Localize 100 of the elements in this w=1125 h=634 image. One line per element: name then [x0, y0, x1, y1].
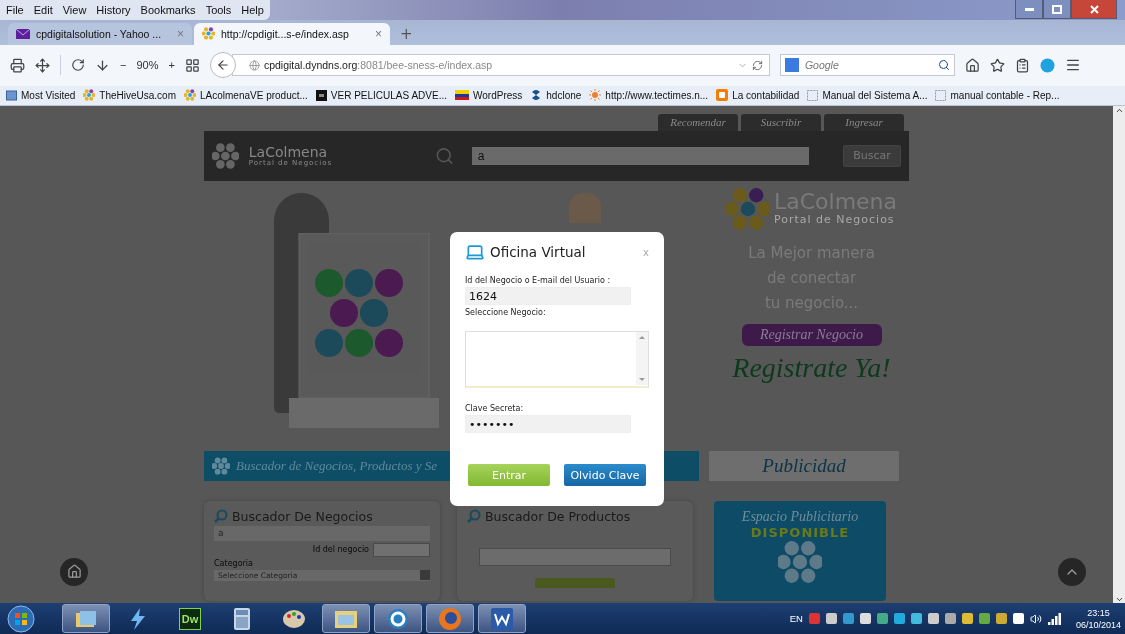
home-icon[interactable]: [964, 57, 980, 73]
bookmark-link[interactable]: hdclone: [530, 89, 582, 102]
home-button[interactable]: [60, 557, 88, 586]
taskbar-app[interactable]: [478, 604, 526, 633]
nav-tab[interactable]: Ingresar: [824, 113, 904, 131]
logo-name: LaColmena: [248, 144, 329, 159]
grid-icon[interactable]: [184, 57, 200, 73]
move-icon[interactable]: [35, 57, 50, 73]
scrollbar[interactable]: [1113, 105, 1125, 604]
hive-icon: [83, 89, 96, 102]
zoom-out-button[interactable]: −: [120, 59, 127, 72]
search-icon[interactable]: [937, 59, 950, 72]
hive-icon: [202, 27, 215, 41]
ad-subtitle: DISPONIBLE: [750, 524, 850, 540]
search-icon: [434, 145, 454, 166]
bookmark-link[interactable]: La contabilidad: [716, 89, 800, 102]
bookmark-link[interactable]: Most Visited: [6, 89, 76, 101]
tab-title: cpdigitalsolution - Yahoo ...: [36, 27, 163, 40]
back-button[interactable]: [209, 52, 236, 79]
close-button[interactable]: [1071, 0, 1117, 19]
address-field[interactable]: cpdigital.dyndns.org:8081/bee-sness-e/index.asp: [231, 54, 770, 77]
reading-list-icon[interactable]: [1014, 57, 1030, 73]
bookmark-link[interactable]: http://www.tectimes.n...: [589, 89, 709, 102]
menu-item[interactable]: File: [6, 4, 24, 16]
ring-icon: [387, 607, 409, 630]
field-label: Clave Secreta:: [465, 404, 525, 413]
home-icon: [66, 564, 82, 580]
minimize-button[interactable]: [1015, 0, 1043, 19]
search-field[interactable]: Google: [779, 54, 955, 77]
url-path: :8081/bee-sness-e/index.asp: [357, 59, 494, 72]
bookmark-label: Most Visited: [21, 89, 76, 101]
menu-item[interactable]: Tools: [205, 4, 232, 16]
minimize-icon: [1024, 7, 1034, 11]
card-title: Buscador De Productos: [485, 508, 631, 524]
search-input[interactable]: Google: [802, 58, 934, 73]
bookmark-link[interactable]: WordPress: [455, 89, 523, 101]
dialog-title: Oficina Virtual: [490, 244, 587, 260]
new-tab-button[interactable]: +: [392, 24, 421, 45]
language-indicator[interactable]: EN: [789, 613, 803, 624]
lightning-icon: [128, 607, 148, 630]
tab-close-button[interactable]: ×: [375, 26, 382, 41]
taskbar-app[interactable]: Dw: [166, 604, 214, 633]
close-icon: [1089, 4, 1099, 14]
register-business-button[interactable]: Registrar Negocio: [741, 323, 882, 346]
taskbar-app[interactable]: [322, 604, 370, 633]
signal-icon: [1047, 612, 1062, 625]
bookmark-label: LAcolmenaVE product...: [200, 89, 308, 101]
reload-icon[interactable]: [71, 58, 85, 73]
register-headline: Registrate Ya!: [732, 351, 891, 384]
forgot-password-button[interactable]: Olvido Clave: [564, 464, 646, 486]
menu-item[interactable]: History: [96, 4, 131, 16]
folder-window-icon: [334, 608, 358, 629]
hive-logo-icon: [725, 186, 770, 231]
bookmark-link[interactable]: TheHiveUsa.com: [83, 89, 176, 102]
start-button[interactable]: [4, 603, 38, 634]
browser-tab[interactable]: http://cpdigit...s-e/index.asp ×: [194, 22, 390, 45]
taskbar-app[interactable]: [62, 604, 110, 633]
search-engine-icon: [784, 58, 799, 73]
card-title: Buscador De Negocios: [232, 508, 373, 524]
bookmark-link[interactable]: LAcolmenaVE product...: [184, 89, 308, 102]
globe-icon: [248, 59, 260, 71]
nav-tab[interactable]: Suscribir: [741, 113, 821, 131]
maximize-button[interactable]: [1043, 0, 1071, 19]
menu-item[interactable]: Help: [241, 4, 264, 16]
bookmark-label: http://www.tectimes.n...: [605, 89, 709, 101]
field-label: Id del negocio: [312, 545, 369, 555]
zoom-in-button[interactable]: +: [168, 59, 175, 72]
print-icon[interactable]: [10, 57, 25, 73]
reload-icon[interactable]: [751, 59, 763, 71]
tab-title: http://cpdigit...s-e/index.asp: [221, 27, 350, 40]
folder-icon: [6, 89, 17, 101]
hive-icon: [212, 456, 230, 475]
document-w-icon: [491, 607, 513, 630]
browser-tab[interactable]: cpdigitalsolution - Yahoo ... ×: [8, 22, 192, 45]
blank-page-icon: [807, 89, 819, 101]
laptop-icon: [465, 242, 485, 262]
restore-icon: [1052, 4, 1062, 14]
menu-item[interactable]: View: [62, 4, 87, 16]
field-label: Id del Negocio o E-mail del Usuario :: [465, 276, 612, 285]
menu-item[interactable]: Bookmarks: [140, 4, 196, 16]
bookmark-label: WordPress: [473, 89, 523, 101]
product-field[interactable]: [479, 547, 671, 566]
logo-tagline: Portal de Negocios: [773, 213, 896, 227]
palette-icon: [282, 608, 306, 629]
volume-icon[interactable]: [1029, 612, 1042, 625]
download-icon[interactable]: [95, 57, 110, 73]
search-icon: [214, 509, 228, 524]
nav-tab[interactable]: Recomendar: [658, 113, 738, 131]
bookmark-label: La contabilidad: [732, 89, 800, 101]
menu-item[interactable]: Edit: [33, 4, 53, 16]
hive-icon: [184, 89, 196, 102]
user-id-field[interactable]: 1624: [465, 287, 631, 305]
bookmark-label: TheHiveUsa.com: [99, 89, 176, 101]
taskbar-app[interactable]: [374, 604, 422, 633]
clock[interactable]: 23:15 06/10/2014: [1075, 606, 1121, 631]
password-field[interactable]: •••••••: [465, 415, 631, 433]
id-field[interactable]: [373, 542, 430, 557]
zoom-level[interactable]: 90%: [136, 59, 159, 72]
film-icon: [315, 89, 327, 101]
search-input[interactable]: a: [471, 146, 809, 165]
